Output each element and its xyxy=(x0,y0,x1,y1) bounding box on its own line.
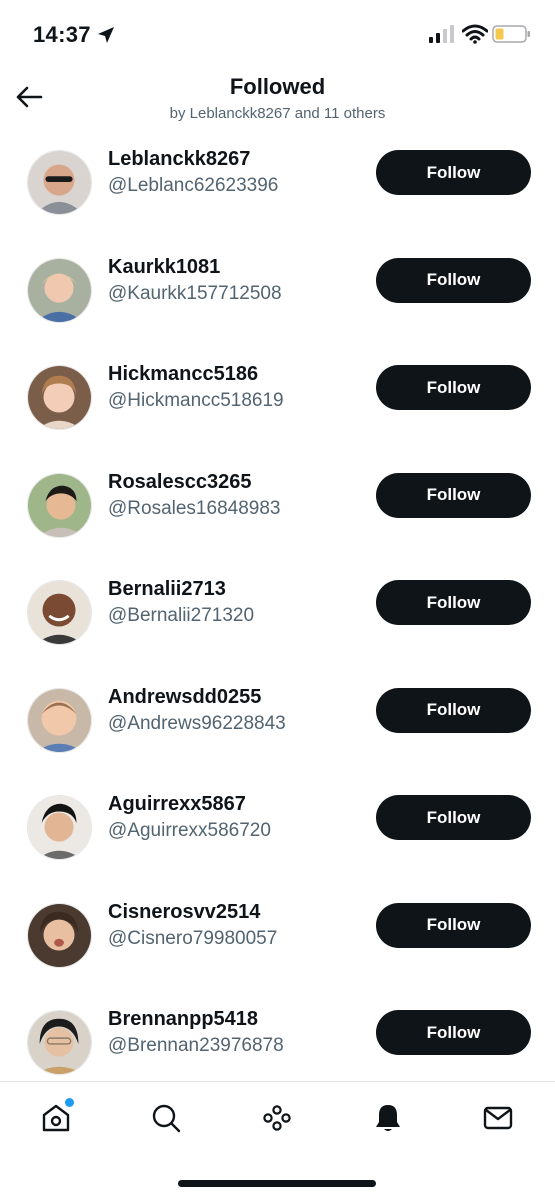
user-handle: @Rosales16848983 xyxy=(108,497,281,519)
follow-button[interactable]: Follow xyxy=(376,687,531,733)
avatar[interactable] xyxy=(27,902,92,968)
user-handle: @Andrews96228843 xyxy=(108,712,286,734)
wifi-icon xyxy=(462,24,488,44)
location-arrow-icon xyxy=(98,27,114,43)
user-handle: @Aguirrexx586720 xyxy=(108,820,271,841)
follow-button[interactable]: Follow xyxy=(376,580,531,625)
battery-low-icon xyxy=(492,25,530,43)
avatar[interactable] xyxy=(27,150,92,215)
tab-search[interactable] xyxy=(146,1098,186,1138)
follow-button[interactable]: Follow xyxy=(376,902,531,948)
follow-button[interactable]: Follow xyxy=(376,257,531,303)
user-row[interactable]: Leblanckk8267 @Leblanc62623396 Follow xyxy=(0,132,555,240)
user-name[interactable]: Aguirrexx5867 xyxy=(108,793,246,816)
avatar[interactable] xyxy=(27,257,92,323)
user-handle: @Leblanc62623396 xyxy=(108,175,279,196)
user-name[interactable]: Brennanpp5418 xyxy=(108,1008,258,1031)
search-icon xyxy=(152,1104,181,1133)
user-name[interactable]: Hickmancc5186 xyxy=(108,363,258,386)
user-name[interactable]: Andrewsdd0255 xyxy=(108,686,261,709)
status-time: 14:37 xyxy=(33,22,91,47)
home-indicator[interactable] xyxy=(178,1180,376,1187)
tab-notifications[interactable] xyxy=(368,1098,408,1138)
user-row[interactable]: Cisnerosvv2514 @Cisnero79980057 Follow xyxy=(0,885,555,993)
avatar[interactable] xyxy=(27,687,92,753)
follow-button[interactable]: Follow xyxy=(376,795,531,840)
notifications-bell-icon xyxy=(376,1105,400,1131)
user-row[interactable]: Bernalii2713 @Bernalii271320 Follow xyxy=(0,562,555,670)
user-name[interactable]: Kaurkk1081 xyxy=(108,256,220,279)
cellular-signal-icon xyxy=(429,25,454,43)
avatar[interactable] xyxy=(27,365,92,430)
tab-messages[interactable] xyxy=(478,1098,518,1138)
user-name[interactable]: Bernalii2713 xyxy=(108,578,226,601)
user-handle: @Bernalii271320 xyxy=(108,605,255,626)
user-handle: @Brennan23976878 xyxy=(108,1035,284,1056)
user-handle: @Cisnero79980057 xyxy=(108,927,278,949)
notification-dot xyxy=(65,1098,74,1107)
user-row[interactable]: Kaurkk1081 @Kaurkk157712508 Follow xyxy=(0,240,555,348)
user-row[interactable]: Andrewsdd0255 @Andrews96228843 Follow xyxy=(0,670,555,778)
page-title: Followed xyxy=(229,74,326,99)
user-handle: @Hickmancc518619 xyxy=(108,390,284,411)
user-name[interactable]: Rosalescc3265 xyxy=(108,471,251,494)
page-subtitle: by Leblanckk8267 and 11 others xyxy=(169,105,386,122)
follow-button[interactable]: Follow xyxy=(376,472,531,518)
tab-home[interactable] xyxy=(36,1098,76,1138)
messages-mail-icon xyxy=(483,1106,513,1130)
avatar[interactable] xyxy=(27,580,92,645)
user-row[interactable]: Hickmancc5186 @Hickmancc518619 Follow xyxy=(0,347,555,455)
follow-button[interactable]: Follow xyxy=(376,365,531,410)
user-row[interactable]: Aguirrexx5867 @Aguirrexx586720 Follow xyxy=(0,777,555,885)
status-bar: 14:37 xyxy=(0,0,555,70)
page-header: Followed by Leblanckk8267 and 11 others xyxy=(0,70,555,132)
avatar[interactable] xyxy=(27,472,92,538)
follow-button[interactable]: Follow xyxy=(376,150,531,195)
user-handle: @Kaurkk157712508 xyxy=(108,282,282,304)
user-name[interactable]: Cisnerosvv2514 xyxy=(108,901,260,924)
user-name[interactable]: Leblanckk8267 xyxy=(108,148,250,171)
spaces-icon xyxy=(263,1105,291,1131)
avatar[interactable] xyxy=(27,795,92,860)
avatar[interactable] xyxy=(27,1010,92,1075)
follow-button[interactable]: Follow xyxy=(376,1010,531,1055)
user-row[interactable]: Rosalescc3265 @Rosales16848983 Follow xyxy=(0,455,555,563)
tab-spaces[interactable] xyxy=(257,1098,297,1138)
